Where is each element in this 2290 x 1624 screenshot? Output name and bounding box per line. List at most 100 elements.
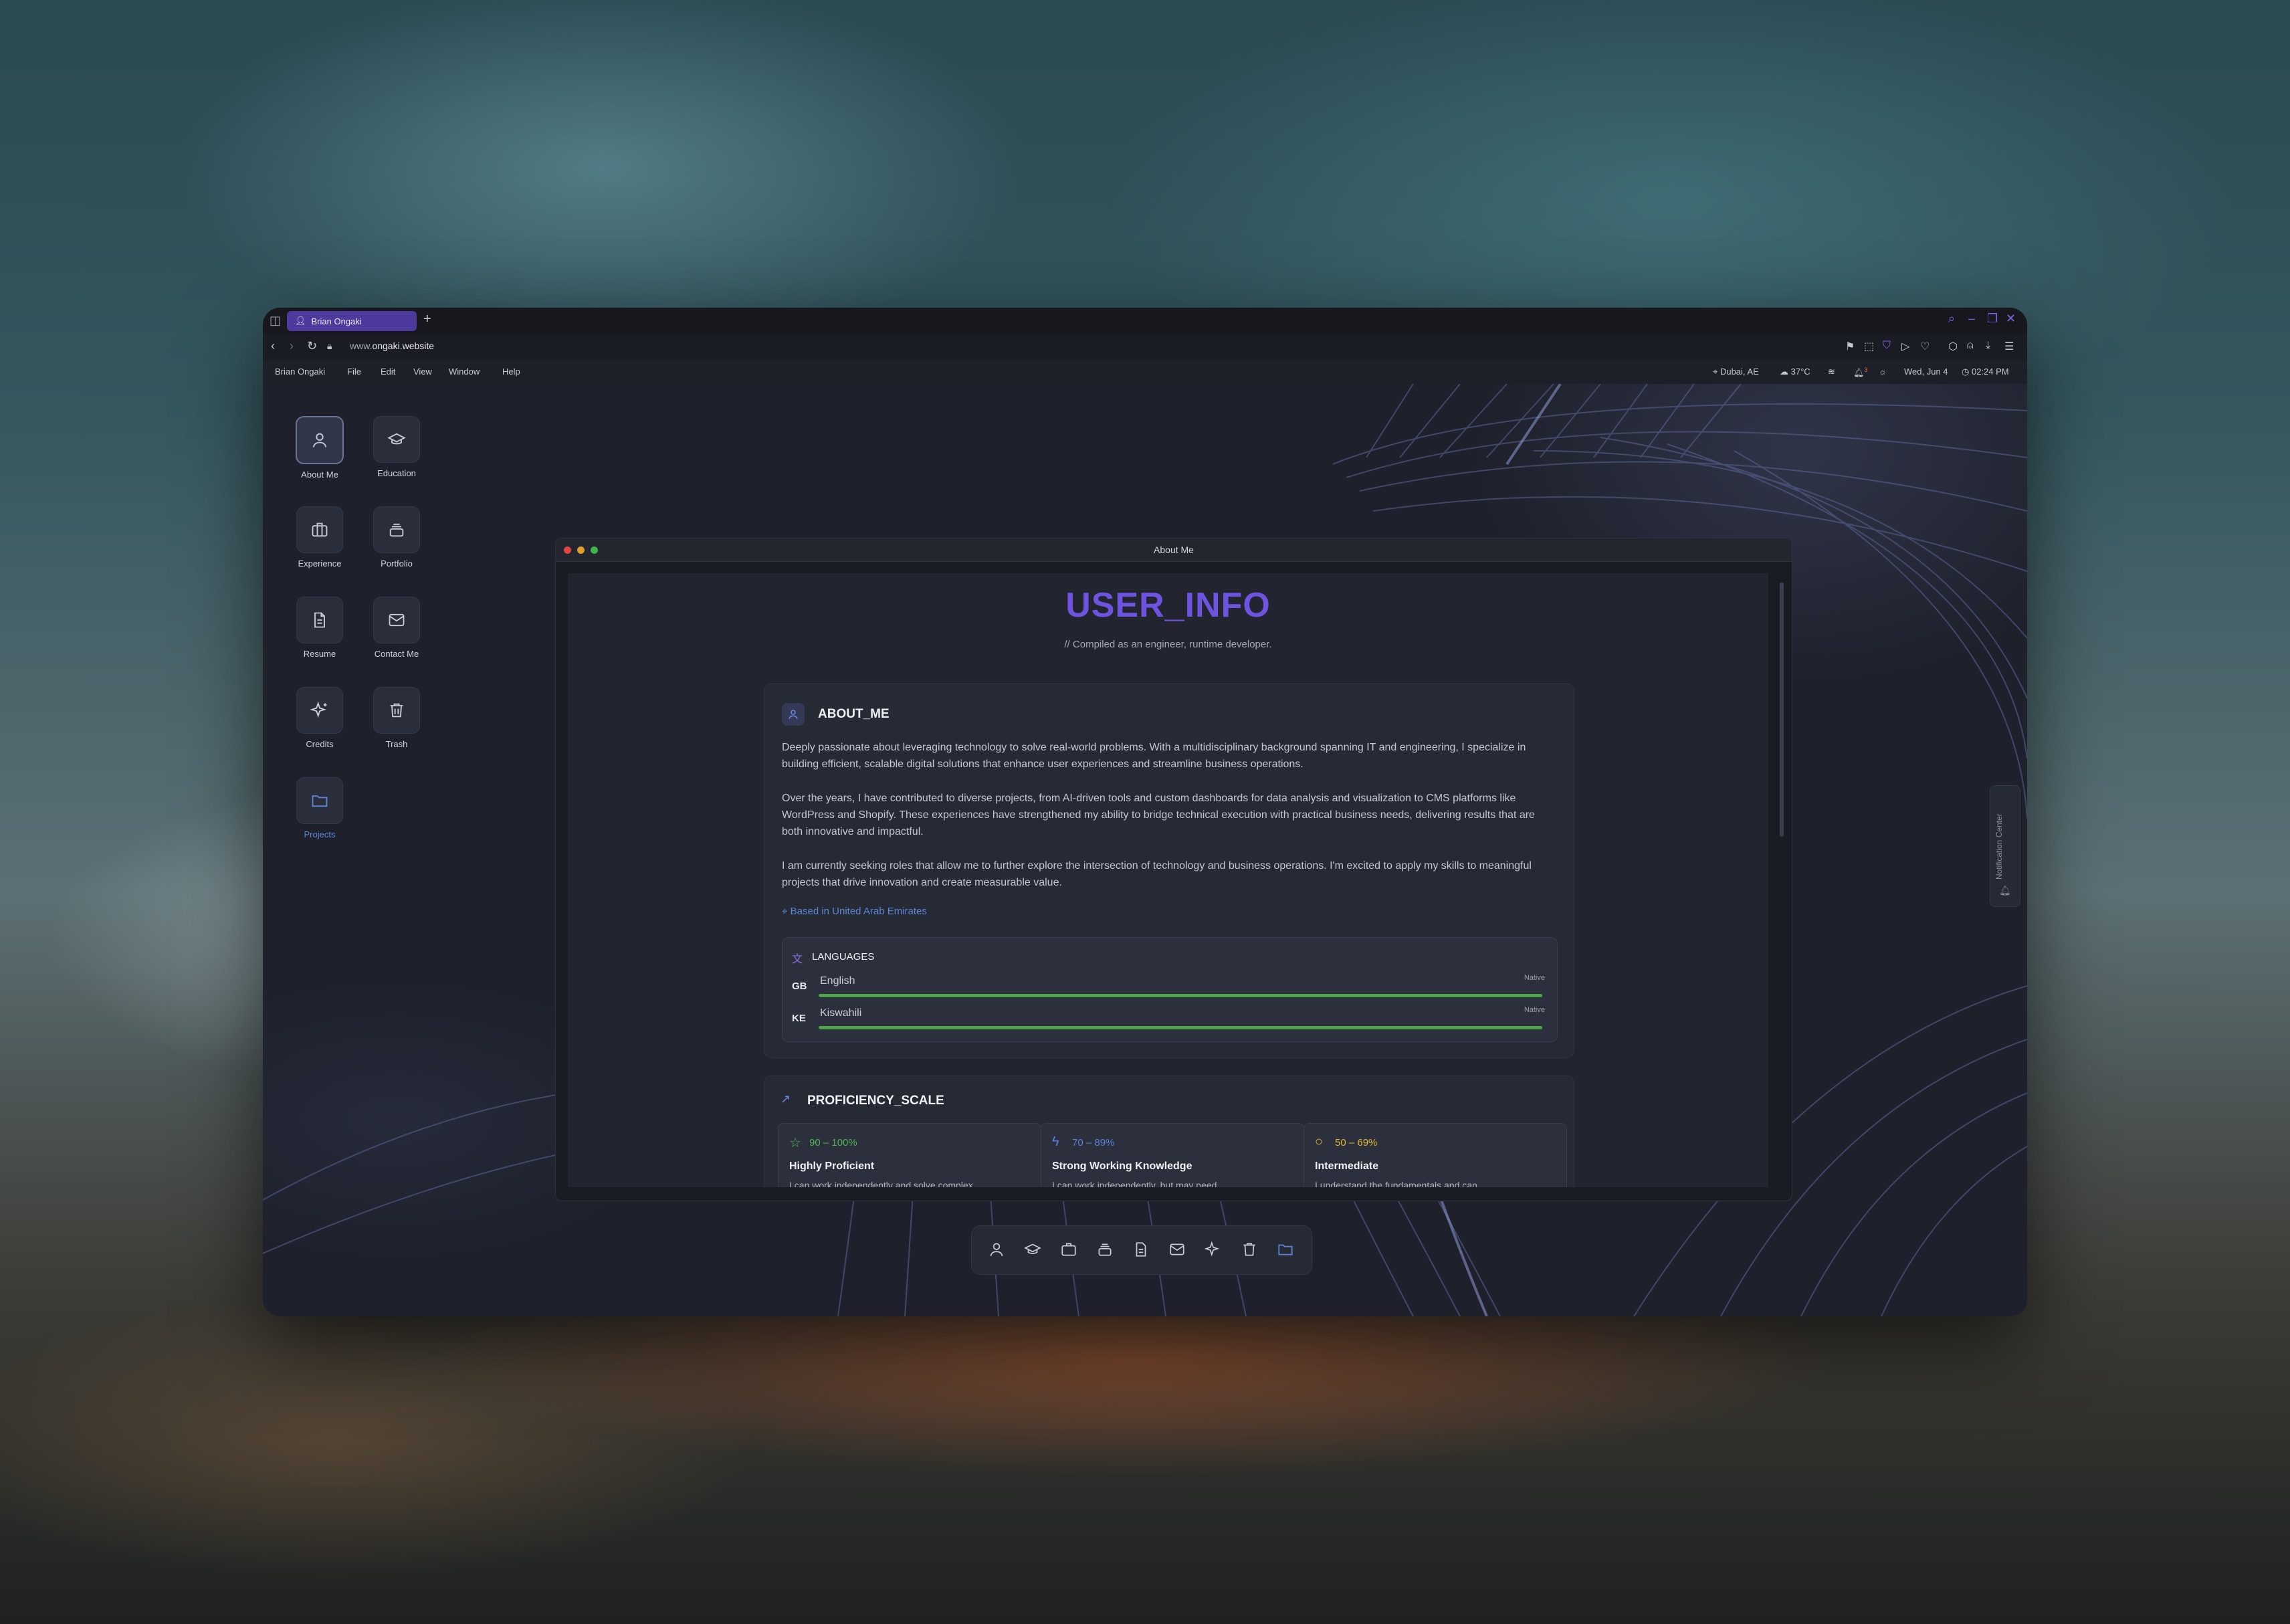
page-title: USER_INFO: [1065, 586, 1271, 625]
scrollbar-thumb[interactable]: [1780, 583, 1784, 837]
screenshot-icon[interactable]: ⬚: [1864, 340, 1874, 353]
tab-active[interactable]: 👤︎ Brian Ongaki: [287, 311, 417, 331]
extensions-icon[interactable]: ⬡: [1948, 340, 1958, 353]
proficiency-name: Intermediate: [1315, 1160, 1379, 1172]
language-code: KE: [792, 1013, 806, 1024]
proficiency-range: 70 – 89%: [1072, 1137, 1115, 1148]
proficiency-card: ↗ PROFICIENCY_SCALE ☆ 90 – 100% Highly P…: [764, 1076, 1574, 1187]
menu-window[interactable]: Window: [449, 367, 480, 377]
trending-up-icon: ↗: [780, 1092, 791, 1106]
proficiency-name: Highly Proficient: [789, 1160, 875, 1172]
desktop-icon-about-me[interactable]: About Me: [283, 416, 356, 480]
stack-icon: [373, 506, 420, 553]
proficiency-level-card: ☆ 90 – 100% Highly Proficient I can work…: [778, 1123, 1041, 1187]
proficiency-desc: I can work independently, but may need: [1052, 1180, 1217, 1187]
location-status[interactable]: ⌖ Dubai, AE: [1713, 367, 1759, 377]
tab-title: Brian Ongaki: [311, 316, 362, 326]
dock-trash-icon[interactable]: [1241, 1241, 1258, 1261]
language-bar: [819, 994, 1542, 997]
desktop-icon-experience[interactable]: Experience: [283, 506, 356, 569]
language-name: English: [820, 975, 855, 987]
menu-edit[interactable]: Edit: [381, 367, 395, 377]
notification-center-label: Notification Center: [1994, 813, 2004, 880]
download-icon[interactable]: ⤓: [1986, 340, 1990, 352]
proficiency-name: Strong Working Knowledge: [1052, 1160, 1192, 1172]
language-level: Native: [1524, 974, 1545, 982]
menu-file[interactable]: File: [347, 367, 361, 377]
language-code: GB: [792, 981, 807, 992]
dock-stack-icon[interactable]: [1096, 1241, 1114, 1261]
desktop-icon-contact-me[interactable]: Contact Me: [360, 597, 433, 659]
desktop-icon-credits[interactable]: Credits: [283, 687, 356, 749]
sidebar-toggle-icon[interactable]: ◫: [270, 314, 281, 328]
bell-icon[interactable]: 🔔︎3: [1853, 367, 1868, 378]
proficiency-desc: I understand the fundamentals and can: [1315, 1180, 1477, 1187]
circle-icon: ○: [1315, 1134, 1324, 1149]
tab-bar: ◫ 👤︎ Brian Ongaki + ⌕ – ❐ ✕: [263, 308, 2027, 333]
menu-help[interactable]: Help: [502, 367, 520, 377]
sparkles-icon: [296, 687, 343, 734]
shield-icon[interactable]: ⛉: [1883, 340, 1891, 352]
map-pin-icon: ⌖: [782, 906, 788, 917]
languages-panel: 文 LANGUAGES GB English Native KE Kiswahi…: [782, 937, 1558, 1042]
close-icon[interactable]: ✕: [2006, 312, 2016, 326]
dock-graduation-cap-icon[interactable]: [1024, 1241, 1041, 1261]
forward-icon[interactable]: ›: [290, 339, 294, 353]
dock-document-icon[interactable]: [1132, 1241, 1150, 1261]
bookmark-icon[interactable]: ⚑: [1845, 340, 1855, 353]
menu-app-name[interactable]: Brian Ongaki: [275, 367, 325, 377]
reload-icon[interactable]: ↻: [307, 339, 317, 353]
dock-mail-icon[interactable]: [1168, 1241, 1186, 1261]
url-field[interactable]: www.ongaki.website: [350, 340, 434, 351]
language-bar: [819, 1026, 1542, 1029]
search-icon[interactable]: ⌕: [1948, 312, 1955, 326]
dock-sparkles-icon[interactable]: [1204, 1241, 1222, 1261]
menu-icon[interactable]: ☰: [2004, 340, 2014, 353]
heart-icon[interactable]: ♡: [1920, 340, 1930, 353]
dock-briefcase-icon[interactable]: [1060, 1241, 1077, 1261]
about-paragraph-1: Deeply passionate about leveraging techn…: [782, 742, 1526, 770]
menu-bar: Brian Ongaki File Edit View Window Help …: [263, 360, 2027, 385]
desktop-icon-trash[interactable]: Trash: [360, 687, 433, 749]
back-icon[interactable]: ‹: [271, 339, 275, 353]
mail-icon: [373, 597, 420, 643]
weather-icon: ☁: [1780, 367, 1788, 377]
about-me-card: ABOUT_ME Deeply passionate about leverag…: [764, 684, 1574, 1058]
new-tab-button[interactable]: +: [423, 312, 431, 327]
proficiency-level-card: ○ 50 – 69% Intermediate I understand the…: [1304, 1123, 1567, 1187]
time-status: ◷ 02:24 PM: [1962, 367, 2009, 377]
desktop-icon-portfolio[interactable]: Portfolio: [360, 506, 433, 569]
language-level: Native: [1524, 1006, 1545, 1014]
desktop-icon-education[interactable]: Education: [360, 416, 433, 478]
address-bar: ‹ › ↻ 🔒︎ www.ongaki.website ⚑ ⬚ ⛉ ▷ ♡ ⬡ …: [263, 333, 2027, 361]
minimize-icon[interactable]: –: [1968, 312, 1975, 326]
location-link[interactable]: ⌖ Based in United Arab Emirates: [782, 906, 927, 917]
maximize-icon[interactable]: ❐: [1987, 312, 1998, 326]
notification-center-tab[interactable]: Notification Center 🔔︎: [1990, 785, 2020, 907]
dock-user-icon[interactable]: [988, 1241, 1005, 1261]
trash-icon: [373, 687, 420, 734]
lightning-icon: ϟ: [1052, 1134, 1059, 1149]
about-me-window: About Me USER_INFO // Compiled as an eng…: [555, 538, 1792, 1201]
menu-view[interactable]: View: [413, 367, 432, 377]
dock-folder-icon[interactable]: [1277, 1241, 1294, 1261]
play-icon[interactable]: ▷: [1901, 340, 1909, 353]
brightness-icon[interactable]: ☼: [1879, 367, 1887, 377]
desktop-icon-projects[interactable]: Projects: [283, 777, 356, 839]
user-icon: [782, 703, 805, 726]
proficiency-desc: I can work independently and solve compl…: [789, 1180, 973, 1187]
scrollbar[interactable]: [1780, 576, 1784, 1185]
languages-heading: LANGUAGES: [812, 951, 875, 962]
proficiency-range: 50 – 69%: [1335, 1137, 1378, 1148]
graduation-cap-icon: [373, 416, 420, 463]
window-titlebar[interactable]: About Me: [556, 538, 1792, 562]
language-name: Kiswahili: [820, 1007, 862, 1019]
star-icon: ☆: [789, 1136, 801, 1150]
about-me-heading: ABOUT_ME: [818, 707, 890, 721]
desktop-icon-resume[interactable]: Resume: [283, 597, 356, 659]
proficiency-heading: PROFICIENCY_SCALE: [807, 1094, 944, 1108]
translate-icon: 文: [792, 954, 803, 965]
weather-status[interactable]: ☁ 37°C: [1780, 367, 1810, 377]
account-icon[interactable]: ⍝: [1967, 340, 1974, 352]
wifi-icon[interactable]: ≋: [1828, 367, 1835, 377]
